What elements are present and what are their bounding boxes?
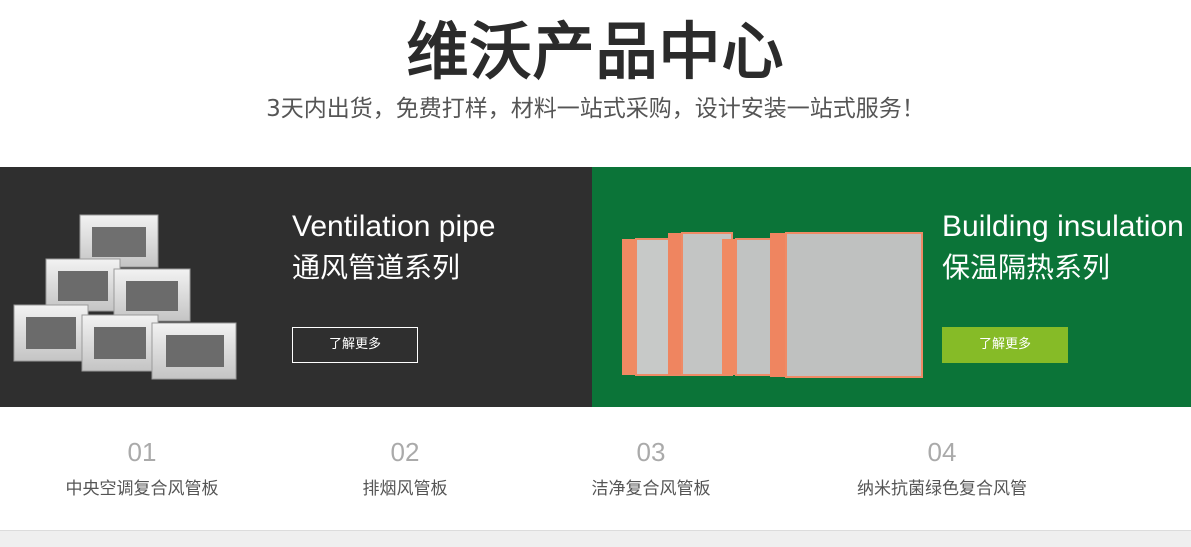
footer-strip (0, 530, 1191, 547)
ventilation-title-cn: 通风管道系列 (292, 251, 461, 284)
category-item-1[interactable]: 01 中央空调复合风管板 (42, 437, 242, 501)
page-title: 维沃产品中心 (406, 15, 785, 88)
ventilation-learn-more-button[interactable]: 了解更多 (292, 327, 418, 363)
duct-stack-icon (13, 214, 237, 380)
category-item-2[interactable]: 02 排烟风管板 (305, 437, 505, 501)
section-header: 维沃产品中心 3天内出货，免费打样，材料一站式采购，设计安装一站式服务！ (0, 0, 1191, 167)
category-name: 排烟风管板 (362, 479, 448, 499)
ventilation-title-en: Ventilation pipe (292, 210, 496, 243)
category-item-3[interactable]: 03 洁净复合风管板 (551, 437, 751, 501)
category-list: 01 中央空调复合风管板 02 排烟风管板 03 洁净复合风管板 04 纳米抗菌… (0, 407, 1191, 530)
banner-ventilation: Ventilation pipe 通风管道系列 了解更多 (0, 167, 592, 407)
insulation-title-en: Building insulation (942, 210, 1184, 243)
insulation-learn-more-button[interactable]: 了解更多 (942, 327, 1068, 363)
category-item-4[interactable]: 04 纳米抗菌绿色复合风管 (832, 437, 1052, 501)
category-name: 洁净复合风管板 (591, 479, 711, 499)
category-number: 04 (927, 437, 957, 467)
insulation-panels-icon (622, 232, 923, 378)
page-subtitle: 3天内出货，免费打样，材料一站式采购，设计安装一站式服务！ (266, 96, 925, 122)
category-number: 01 (127, 437, 157, 467)
category-number: 03 (636, 437, 666, 467)
banner-insulation: Building insulation 保温隔热系列 了解更多 (592, 167, 1191, 407)
category-name: 纳米抗菌绿色复合风管 (857, 479, 1027, 499)
category-number: 02 (390, 437, 420, 467)
category-name: 中央空调复合风管板 (65, 479, 219, 499)
insulation-title-cn: 保温隔热系列 (942, 251, 1111, 284)
